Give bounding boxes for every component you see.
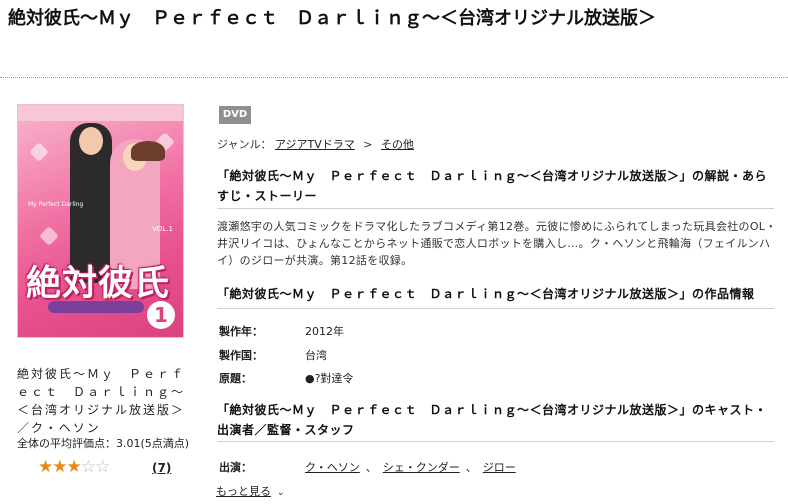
- review-count-link[interactable]: (7): [152, 461, 171, 475]
- cast-link[interactable]: ジロー: [483, 461, 516, 474]
- cast-link[interactable]: シェ・クンダー: [383, 461, 460, 474]
- cover-logo: 絶対彼氏: [26, 264, 171, 304]
- section-divider: [217, 441, 774, 442]
- title-divider: [0, 77, 788, 78]
- cast-separator: 、: [465, 461, 477, 474]
- info-heading: 「絶対彼氏～Ｍｙ Ｐｅｒｆｅｃｔ Ｄａｒｌｉｎｇ～＜台湾オリジナル放送版＞」の作…: [217, 287, 755, 301]
- heart-decoration: [39, 226, 59, 246]
- format-badge: DVD: [219, 106, 251, 124]
- star-filled-icon: ★: [52, 457, 67, 477]
- genre-separator: >: [363, 138, 373, 151]
- info-label-original-title: 原題：: [219, 372, 252, 385]
- cover-top-stripe: [18, 105, 183, 121]
- cover-text: My Perfect Darling: [28, 201, 84, 208]
- star-empty-icon: ☆: [80, 457, 96, 477]
- info-label-country: 製作国：: [219, 349, 263, 362]
- page-title: 絶対彼氏～Ｍｙ Ｐｅｒｆｅｃｔ Ｄａｒｌｉｎｇ～＜台湾オリジナル放送版＞: [8, 8, 656, 29]
- genre-breadcrumb: ジャンル： アジアTVドラマ > その他: [217, 136, 414, 152]
- genre-label: ジャンル：: [217, 138, 272, 151]
- cover-disc-number: 1: [147, 301, 175, 329]
- star-filled-icon: ★: [66, 457, 82, 477]
- heart-decoration: [29, 142, 49, 162]
- cover-volume-text: VOL.1: [152, 225, 173, 233]
- genre-link-other[interactable]: その他: [381, 138, 414, 151]
- section-divider: [217, 308, 774, 309]
- genre-link-asian-tv[interactable]: アジアTVドラマ: [275, 138, 355, 151]
- section-divider: [217, 208, 774, 209]
- show-more-label: もっと見る: [216, 485, 271, 498]
- info-value-original-title: ●?對達令: [305, 372, 354, 385]
- show-more-link[interactable]: もっと見る ⌄: [216, 483, 285, 499]
- dvd-cover-image[interactable]: My Perfect Darling VOL.1 絶対彼氏 1: [17, 104, 184, 338]
- cast-separator: 、: [365, 461, 377, 474]
- cover-subtitle-band: [48, 301, 144, 313]
- average-rating-text: 全体の平均評価点：3.01(5点満点): [17, 437, 190, 450]
- cast-label: 出演：: [219, 461, 252, 474]
- cast-list: ク・ヘソン、シェ・クンダー、ジロー: [305, 459, 516, 475]
- story-text: 渡瀬悠宇の人気コミックをドラマ化したラブコメディ第12巻。元彼に惨めにふられてし…: [217, 220, 777, 267]
- chevron-down-icon: ⌄: [277, 488, 285, 498]
- story-heading: 「絶対彼氏～Ｍｙ Ｐｅｒｆｅｃｔ Ｄａｒｌｉｎｇ～＜台湾オリジナル放送版＞」の解…: [217, 169, 768, 203]
- cast-heading: 「絶対彼氏～Ｍｙ Ｐｅｒｆｅｃｔ Ｄａｒｌｉｎｇ～＜台湾オリジナル放送版＞」のキ…: [217, 403, 768, 437]
- info-value-year: 2012年: [305, 325, 344, 338]
- info-label-year: 製作年：: [219, 325, 263, 338]
- cast-link[interactable]: ク・ヘソン: [305, 461, 360, 474]
- star-empty-icon: ☆: [95, 457, 110, 477]
- star-filled-icon: ★: [38, 457, 53, 477]
- info-value-country: 台湾: [305, 349, 327, 362]
- rating-stars: ★★★☆☆: [38, 457, 110, 477]
- product-caption: 絶対彼氏～Ｍｙ Ｐｅｒｆｅｃｔ Ｄａｒｌｉｎｇ～＜台湾オリジナル放送版＞／ク・ヘ…: [17, 367, 186, 435]
